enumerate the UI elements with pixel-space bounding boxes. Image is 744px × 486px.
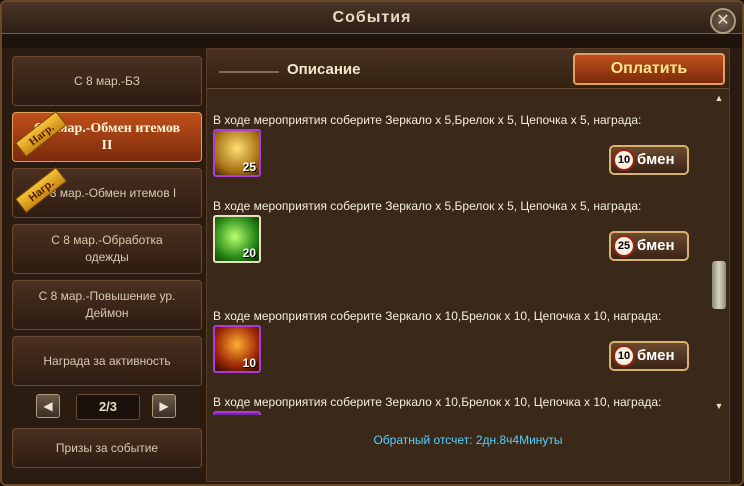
- window-title: События: [332, 9, 412, 26]
- sidebar-item-label: Награда за активность: [43, 353, 171, 368]
- scroll-down-arrow-icon[interactable]: ▼: [713, 401, 725, 413]
- reward-count: 25: [242, 160, 256, 174]
- fire-warrior-icon[interactable]: 10: [213, 325, 261, 373]
- sidebar-item-mar8-exchange-1[interactable]: С 8 мар.-Обмен итемов I Нагр.: [12, 166, 202, 218]
- exchange-button[interactable]: 10 бмен: [609, 341, 689, 371]
- next-page-button[interactable]: ▶: [152, 394, 176, 418]
- pay-button[interactable]: Оплатить: [573, 53, 725, 85]
- reward-count: 20: [242, 246, 256, 260]
- event-sidebar: С 8 мар.-БЗ С 8 мар.-Обмен итемов II Наг…: [6, 48, 204, 484]
- sidebar-item-mar8-clothing[interactable]: С 8 мар.-Обработка одежды: [12, 224, 202, 274]
- prizes-button[interactable]: Призы за событие: [12, 428, 202, 468]
- task-description: В ходе мероприятия соберите Зеркало x 10…: [213, 309, 662, 323]
- exchange-cost: 25: [613, 235, 635, 257]
- green-orb-icon[interactable]: 20: [213, 215, 261, 263]
- sidebar-pager: ◀ 2/3 ▶: [36, 394, 182, 422]
- sidebar-item-mar8-daemon[interactable]: С 8 мар.-Повышение ур. Деймон: [12, 280, 202, 330]
- task-description: В ходе мероприятия соберите Зеркало x 5,…: [213, 199, 642, 213]
- scroll-thumb[interactable]: [712, 261, 726, 309]
- sidebar-item-label: С 8 мар.-БЗ: [74, 73, 140, 88]
- event-detail-panel: Описание Оплатить В ходе мероприятия соб…: [206, 48, 730, 482]
- exchange-cost: 10: [613, 345, 635, 367]
- prizes-label: Призы за событие: [55, 440, 159, 455]
- page-indicator: 2/3: [76, 394, 140, 420]
- exchange-button[interactable]: 25 бмен: [609, 231, 689, 261]
- scroll-up-arrow-icon[interactable]: ▲: [713, 93, 725, 105]
- sidebar-item-activity-reward[interactable]: Награда за активность: [12, 336, 202, 386]
- exchange-label: бмен: [637, 237, 675, 254]
- exchange-button[interactable]: 10 бмен: [609, 145, 689, 175]
- reward-count: 10: [242, 356, 256, 370]
- event-countdown: Обратный отсчет: 2дн.8ч4Минуты: [373, 433, 563, 447]
- decorative-divider: [219, 71, 279, 73]
- task-scrollbar[interactable]: ▲ ▼: [712, 93, 726, 413]
- exchange-cost: 10: [613, 149, 635, 171]
- task-description: В ходе мероприятия соберите Зеркало x 10…: [213, 395, 662, 409]
- sidebar-item-mar8-bz[interactable]: С 8 мар.-БЗ: [12, 56, 202, 106]
- sidebar-item-mar8-exchange-2[interactable]: С 8 мар.-Обмен итемов II Нагр.: [12, 110, 202, 162]
- close-button[interactable]: ✕: [710, 8, 736, 34]
- sidebar-item-label: С 8 мар.-Повышение ур. Деймон: [38, 289, 176, 320]
- description-title: Описание: [287, 61, 361, 78]
- purple-item-icon[interactable]: [213, 411, 261, 415]
- gold-figure-icon[interactable]: 25: [213, 129, 261, 177]
- exchange-label: бмен: [637, 151, 675, 168]
- task-description: В ходе мероприятия соберите Зеркало x 5,…: [213, 113, 642, 127]
- exchange-label: бмен: [637, 347, 675, 364]
- header-strip: [2, 34, 742, 48]
- sidebar-item-label: С 8 мар.-Обработка одежды: [51, 233, 163, 264]
- titlebar: События ✕: [2, 2, 742, 34]
- prev-page-button[interactable]: ◀: [36, 394, 60, 418]
- detail-header: Описание Оплатить: [207, 49, 729, 89]
- task-list: В ходе мероприятия соберите Зеркало x 5,…: [207, 91, 719, 415]
- events-window: События ✕ С 8 мар.-БЗ С 8 мар.-Обмен ите…: [0, 0, 744, 486]
